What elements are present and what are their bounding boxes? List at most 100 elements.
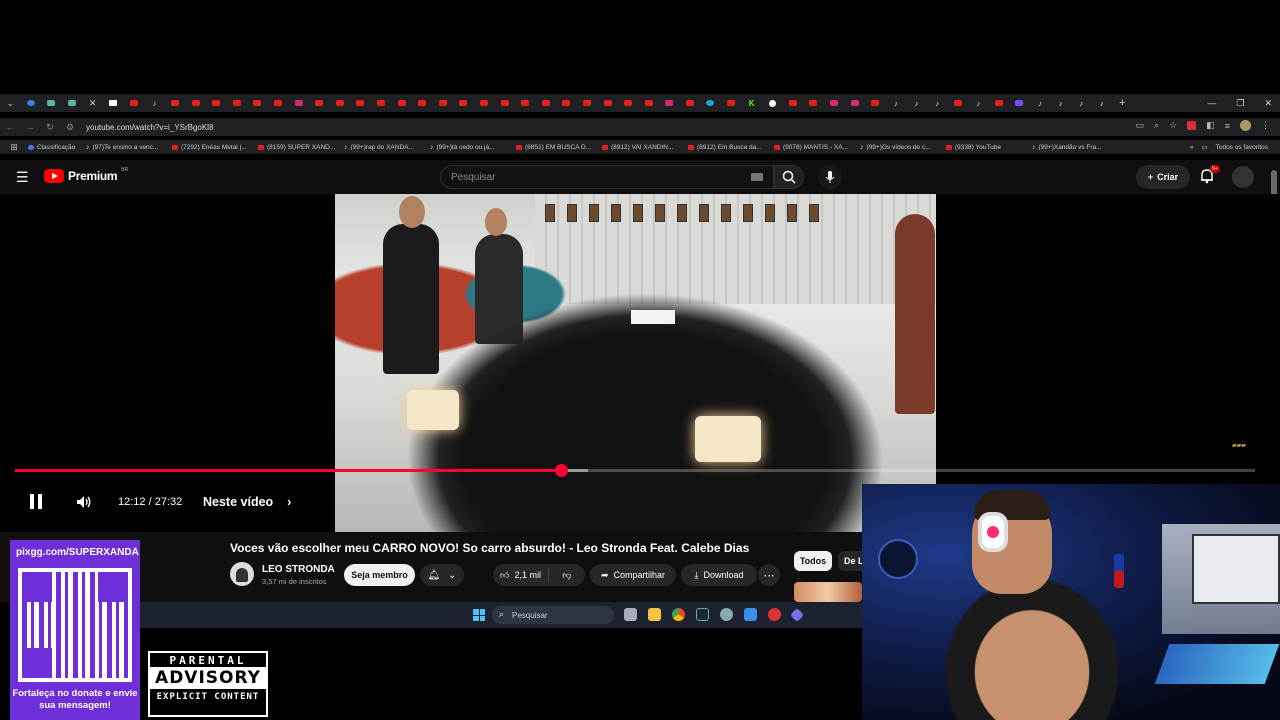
browser-tab[interactable] [535, 94, 556, 112]
browser-tab[interactable] [659, 94, 680, 112]
channel-avatar[interactable] [230, 562, 254, 586]
volume-button[interactable] [76, 495, 92, 514]
voice-search-button[interactable] [818, 165, 842, 189]
browser-tab[interactable] [185, 94, 206, 112]
bookmark-item[interactable]: ♪ (99+)Xandão vs Fra... [1032, 144, 1118, 151]
app-icon-diamond[interactable] [789, 607, 805, 623]
browser-tab[interactable] [947, 94, 968, 112]
chip-all[interactable]: Todos [794, 551, 832, 571]
browser-tab[interactable] [62, 94, 83, 112]
task-view-icon[interactable] [624, 608, 637, 621]
bookmark-item[interactable]: ♪ (99+)tá cedo ou já... [430, 144, 516, 151]
browser-tab[interactable] [700, 94, 721, 112]
browser-tab[interactable] [721, 94, 742, 112]
browser-tab[interactable] [494, 94, 515, 112]
create-button[interactable]: + Criar [1136, 165, 1190, 189]
browser-tab[interactable] [371, 94, 392, 112]
browser-tab[interactable] [556, 94, 577, 112]
browser-tab[interactable] [515, 94, 536, 112]
channel-name[interactable]: LEO STRONDA [262, 564, 335, 575]
windows-start-icon[interactable] [473, 609, 485, 621]
like-button[interactable]: 👍︎ 2,1 mil [493, 568, 549, 582]
reload-icon[interactable]: ↻ [40, 122, 60, 133]
bookmark-item[interactable]: (8912) VAI XANDIN... [602, 144, 688, 151]
browser-tab[interactable]: ♪ [1071, 94, 1092, 112]
browser-tab[interactable] [865, 94, 886, 112]
recommended-thumbnail[interactable] [794, 582, 862, 602]
join-member-button[interactable]: Seja membro [344, 564, 415, 586]
app-icon[interactable] [744, 608, 757, 621]
browser-menu-icon[interactable]: ⋮ [1261, 120, 1270, 131]
browser-tab[interactable] [412, 94, 433, 112]
tab-search-chevron-icon[interactable]: ⌄ [0, 94, 21, 112]
browser-tab[interactable] [165, 94, 186, 112]
bookmark-item[interactable]: ♪ (99+)rap do XANDÃ... [344, 144, 430, 151]
keyboard-icon[interactable] [751, 173, 763, 181]
browser-tab[interactable] [989, 94, 1010, 112]
apps-grid-icon[interactable]: ⊞ [0, 142, 28, 153]
browser-tab[interactable]: ♪ [144, 94, 165, 112]
browser-tab[interactable] [288, 94, 309, 112]
extensions-puzzle-icon[interactable]: ◧ [1206, 120, 1215, 131]
browser-tab[interactable]: ♪ [1050, 94, 1071, 112]
browser-tab[interactable]: ✕ [82, 94, 103, 112]
browser-tab[interactable] [41, 94, 62, 112]
browser-tab[interactable]: ♪ [906, 94, 927, 112]
hamburger-menu-icon[interactable]: ☰ [16, 169, 29, 186]
browser-tab[interactable] [638, 94, 659, 112]
search-input[interactable]: Pesquisar [440, 165, 774, 189]
forward-icon[interactable]: → [20, 122, 40, 132]
browser-tab[interactable] [762, 94, 783, 112]
close-window-icon[interactable]: ✕ [1264, 98, 1272, 109]
new-tab-plus-icon[interactable]: + [1112, 94, 1133, 112]
browser-tab[interactable] [432, 94, 453, 112]
bookmark-item[interactable]: (8851) EM BUSCA D... [516, 144, 602, 151]
browser-tab[interactable]: ♪ [1030, 94, 1051, 112]
app-icon-red[interactable] [768, 608, 781, 621]
browser-tab[interactable] [309, 94, 330, 112]
share-button[interactable]: ➦ Compartilhar [590, 564, 676, 586]
media-icon[interactable]: ≡ [1225, 121, 1230, 131]
browser-tab[interactable] [618, 94, 639, 112]
bookmark-item[interactable]: (7292) Enéas Metal |... [172, 144, 258, 151]
browser-tab[interactable] [680, 94, 701, 112]
browser-tab[interactable] [1009, 94, 1030, 112]
bookmark-item[interactable]: (9338) YouTube [946, 144, 1032, 151]
browser-tab[interactable]: ♪ [1091, 94, 1112, 112]
browser-tab[interactable] [597, 94, 618, 112]
notifications-button[interactable]: 9+ [1200, 165, 1220, 189]
subscription-bell-button[interactable]: 🔔︎ ⌄ [420, 564, 464, 586]
browser-tab[interactable] [453, 94, 474, 112]
bookmark-item[interactable]: Classificação [28, 144, 86, 151]
bookmark-item[interactable]: (8159) SUPER XAND... [258, 144, 344, 151]
bookmark-star-icon[interactable]: ☆ [1169, 120, 1177, 131]
channel-avatar[interactable] [1232, 166, 1254, 188]
bookmark-item[interactable]: (8912) Em Busca da... [688, 144, 774, 151]
more-actions-button[interactable]: ⋯ [758, 564, 780, 586]
search-button[interactable] [774, 165, 804, 189]
browser-tab[interactable]: ♪ [927, 94, 948, 112]
browser-tab[interactable] [21, 94, 42, 112]
pause-button[interactable] [30, 494, 42, 509]
restore-icon[interactable]: ❐ [1236, 98, 1244, 109]
bookmark-item[interactable]: ♪ (97)Te ensino a venc... [86, 144, 172, 151]
browser-tab[interactable] [103, 94, 124, 112]
progress-scrubber[interactable] [554, 464, 568, 477]
file-explorer-icon[interactable] [648, 608, 661, 621]
browser-tab[interactable]: K [741, 94, 762, 112]
browser-tab[interactable] [474, 94, 495, 112]
browser-tab[interactable] [844, 94, 865, 112]
install-app-icon[interactable]: ▭ [1136, 120, 1145, 131]
progress-bar[interactable] [15, 464, 1255, 477]
settings-gear-icon[interactable] [720, 608, 733, 621]
browser-tab[interactable] [824, 94, 845, 112]
chrome-icon[interactable] [672, 608, 685, 621]
url-field[interactable]: youtube.com/watch?v=i_YSrBgoKl8 [86, 123, 213, 132]
download-button[interactable]: ⤓ Download [681, 564, 757, 586]
chapters-button[interactable]: Neste vídeo › [203, 495, 291, 509]
browser-tab[interactable]: ♪ [968, 94, 989, 112]
taskbar-search[interactable]: ⌕ Pesquisar [492, 606, 614, 624]
site-info-icon[interactable]: ⚙ [60, 122, 80, 133]
video-player[interactable]: ▰▰▰ 12:12 / 27:32 Neste vídeo › [0, 194, 1280, 532]
dislike-button[interactable]: 👎︎ [549, 570, 585, 581]
